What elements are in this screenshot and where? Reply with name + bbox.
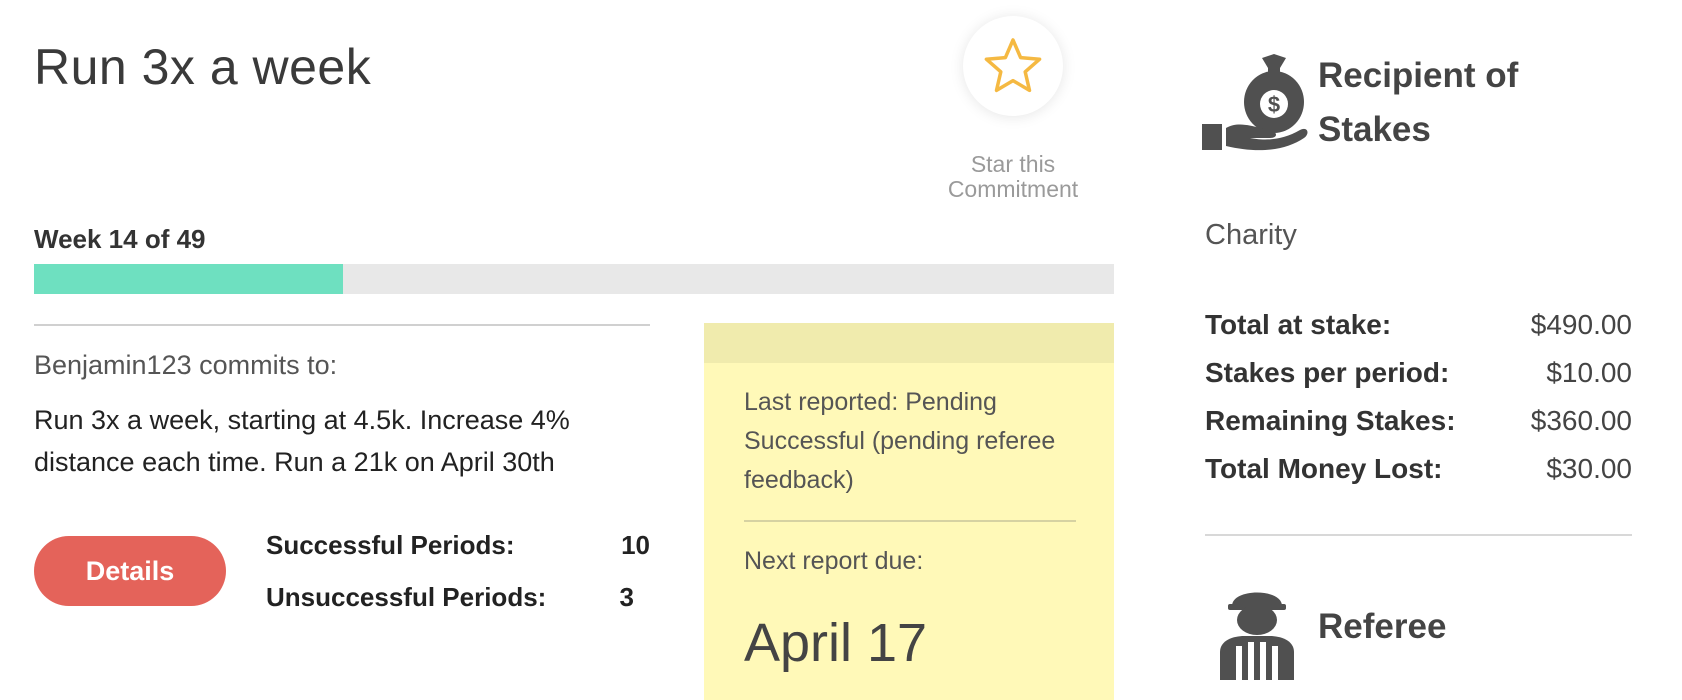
stake-row-value: $10.00 xyxy=(1546,357,1632,388)
week-progress-fill xyxy=(34,264,343,294)
recipient-of-stakes-title: Recipient of Stakes xyxy=(1318,49,1518,157)
star-outline-icon xyxy=(984,38,1042,93)
stakes-recipient-value: Charity xyxy=(1205,219,1297,251)
unsuccessful-periods-value: 3 xyxy=(619,582,634,612)
stake-row-label: Total Money Lost: xyxy=(1205,453,1443,484)
left-divider xyxy=(34,324,650,326)
stake-row-value: $30.00 xyxy=(1546,453,1632,484)
stake-row-label: Stakes per period: xyxy=(1205,357,1450,388)
right-divider xyxy=(1205,534,1632,536)
recipient-title-line1: Recipient of xyxy=(1318,56,1519,95)
commitment-description: Run 3x a week, starting at 4.5k. Increas… xyxy=(34,405,570,477)
star-label-line2: Commitment xyxy=(947,176,1079,202)
next-report-due-label: Next report due: xyxy=(744,547,924,575)
report-card-divider xyxy=(744,520,1076,522)
svg-text:$: $ xyxy=(1268,92,1280,117)
week-progress-label: Week 14 of 49 xyxy=(34,224,206,254)
referee-person-icon xyxy=(1220,592,1294,680)
stake-row-value: $490.00 xyxy=(1530,309,1632,340)
successful-periods-value: 10 xyxy=(621,530,650,560)
commits-to-label: Benjamin123 commits to: xyxy=(34,350,338,380)
commitment-title: Run 3x a week xyxy=(34,39,372,95)
star-commitment-button[interactable] xyxy=(963,16,1063,116)
week-progress-bar xyxy=(34,264,1114,294)
money-bag-hand-icon: $ xyxy=(1202,54,1308,151)
details-button[interactable]: Details xyxy=(34,536,226,606)
report-card-header xyxy=(704,323,1114,363)
unsuccessful-periods-label: Unsuccessful Periods: xyxy=(266,582,547,612)
stake-row-value: $360.00 xyxy=(1530,405,1632,436)
star-commitment-label: Star this Commitment xyxy=(918,152,1108,202)
next-report-due-date: April 17 xyxy=(744,613,928,673)
successful-periods-label: Successful Periods: xyxy=(266,530,515,560)
star-label-line1: Star this xyxy=(970,151,1056,177)
referee-title: Referee xyxy=(1318,607,1447,646)
stake-row-label: Total at stake: xyxy=(1205,309,1392,340)
stake-row-label: Remaining Stakes: xyxy=(1205,405,1456,436)
recipient-title-line2: Stakes xyxy=(1318,110,1431,149)
last-reported-text: Last reported: Pending Successful (pendi… xyxy=(744,388,1056,494)
